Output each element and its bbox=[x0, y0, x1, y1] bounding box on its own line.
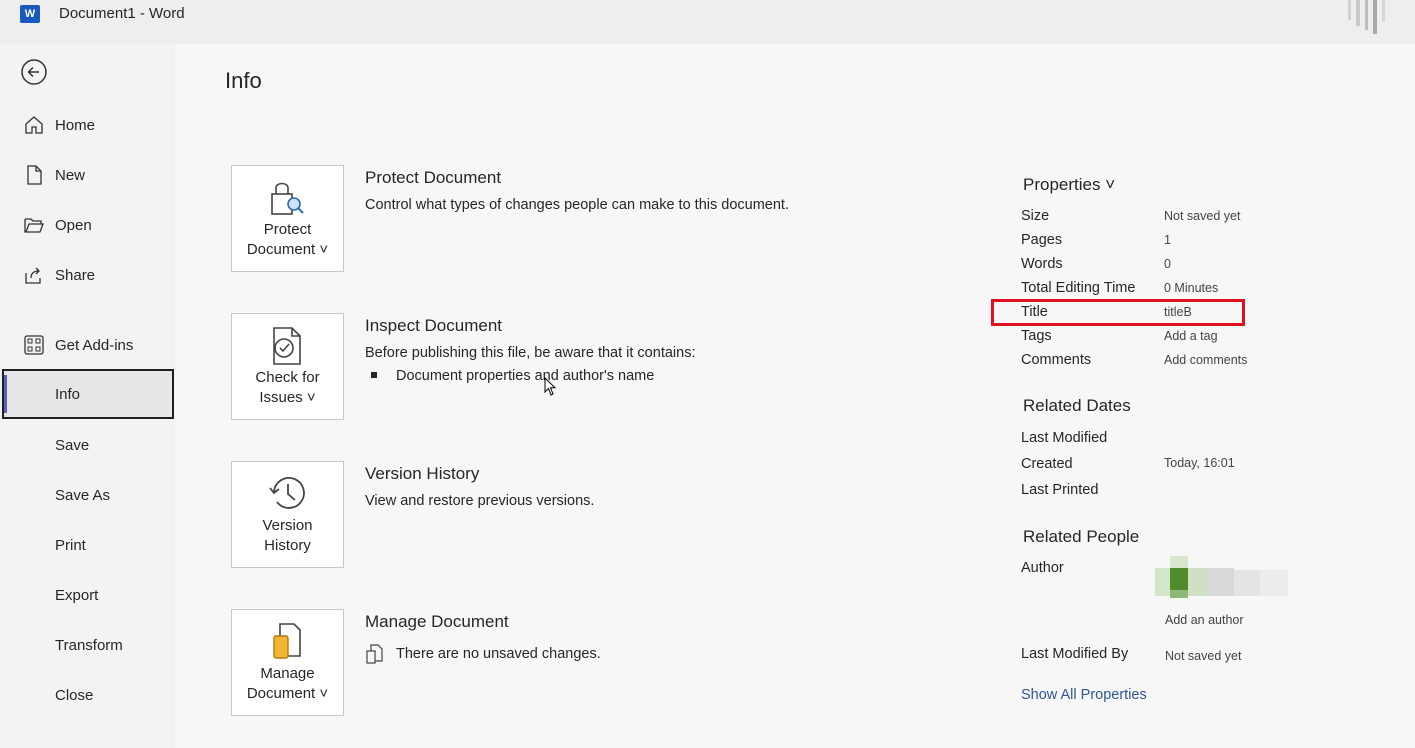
bullet-icon bbox=[371, 372, 377, 378]
prop-comments-value[interactable]: Add comments bbox=[1164, 353, 1247, 367]
sidebar-item-open[interactable]: Open bbox=[0, 200, 175, 250]
sidebar-item-save[interactable]: Save bbox=[0, 420, 175, 470]
related-people-header: Related People bbox=[1023, 527, 1140, 546]
share-icon bbox=[25, 267, 41, 284]
manage-document-button[interactable]: Manage Document ˅ bbox=[231, 609, 344, 716]
title-bar: W Document1 - Word bbox=[0, 0, 1415, 44]
window-controls-icon bbox=[1348, 0, 1385, 34]
sidebar-item-new[interactable]: New bbox=[0, 150, 175, 200]
inspect-document-title: Inspect Document bbox=[365, 316, 503, 335]
sidebar-item-close[interactable]: Close bbox=[0, 670, 175, 720]
sidebar-item-export[interactable]: Export bbox=[0, 570, 175, 620]
prop-tags-label: Tags bbox=[1021, 328, 1052, 344]
history-clock-icon bbox=[269, 477, 305, 509]
sidebar-item-transform[interactable]: Transform bbox=[0, 620, 175, 670]
window-title: Document1 - Word bbox=[59, 5, 185, 22]
sidebar-item-label: Print bbox=[55, 536, 86, 554]
show-all-properties-link[interactable]: Show All Properties bbox=[1021, 687, 1147, 703]
sidebar-item-label: Save bbox=[55, 436, 90, 454]
inspect-document-description: Before publishing this file, be aware th… bbox=[365, 345, 696, 361]
check-for-issues-label: Check for Issues ˅ bbox=[255, 369, 320, 406]
manage-document-icon bbox=[273, 623, 301, 659]
last-printed-label: Last Printed bbox=[1021, 482, 1099, 498]
check-for-issues-button[interactable]: Check for Issues ˅ bbox=[231, 313, 344, 420]
sidebar-item-label: Save As bbox=[55, 486, 111, 504]
sidebar-item-get-add-ins[interactable]: Get Add-ins bbox=[0, 320, 175, 370]
prop-pages-value: 1 bbox=[1164, 233, 1171, 247]
sidebar-item-label: Home bbox=[55, 116, 96, 134]
manage-document-label: Manage Document ˅ bbox=[246, 665, 329, 702]
author-label: Author bbox=[1021, 560, 1064, 576]
protect-document-button[interactable]: Protect Document ˅ bbox=[231, 165, 344, 272]
properties-header[interactable]: Properties ˅ bbox=[1023, 175, 1115, 195]
sidebar-item-print[interactable]: Print bbox=[0, 520, 175, 570]
manage-document-description: There are no unsaved changes. bbox=[396, 646, 601, 662]
prop-words-label: Words bbox=[1021, 256, 1063, 272]
version-history-title: Version History bbox=[365, 464, 480, 483]
prop-editing-time-value: 0 Minutes bbox=[1164, 281, 1219, 295]
sidebar-item-label: Open bbox=[55, 216, 92, 234]
last-modified-label: Last Modified bbox=[1021, 430, 1108, 446]
author-avatar bbox=[1155, 556, 1288, 598]
prop-comments-label: Comments bbox=[1021, 352, 1092, 368]
prop-size-value: Not saved yet bbox=[1164, 209, 1241, 223]
protect-document-label: Protect Document ˅ bbox=[246, 221, 329, 258]
version-history-description: View and restore previous versions. bbox=[365, 493, 595, 509]
info-pane: Info Protect Document ˅ Protect Document… bbox=[175, 44, 1415, 748]
document-check-icon bbox=[273, 327, 301, 365]
folder-open-icon bbox=[24, 218, 44, 233]
new-document-icon bbox=[27, 165, 42, 185]
document-status-icon bbox=[366, 644, 383, 664]
sidebar-item-home[interactable]: Home bbox=[0, 100, 175, 150]
last-modified-by-value: Not saved yet bbox=[1165, 649, 1242, 663]
sidebar-item-label: Info bbox=[55, 385, 81, 403]
backstage-sidebar: Home New Open Share Get Add-ins Info Sav… bbox=[0, 44, 175, 748]
inspect-document-bullet: Document properties and author's name bbox=[396, 368, 655, 384]
sidebar-item-label: Close bbox=[55, 686, 94, 704]
sidebar-item-label: Get Add-ins bbox=[55, 336, 134, 354]
last-modified-by-label: Last Modified By bbox=[1021, 646, 1129, 662]
add-author-link[interactable]: Add an author bbox=[1165, 613, 1244, 627]
manage-document-title: Manage Document bbox=[365, 612, 509, 631]
version-history-button[interactable]: Version History bbox=[231, 461, 344, 568]
sidebar-item-label: Share bbox=[55, 266, 96, 284]
prop-tags-value[interactable]: Add a tag bbox=[1164, 329, 1218, 343]
lock-icon bbox=[271, 182, 304, 215]
title-highlight-box bbox=[991, 299, 1245, 326]
sidebar-item-save-as[interactable]: Save As bbox=[0, 470, 175, 520]
prop-pages-label: Pages bbox=[1021, 232, 1063, 248]
related-dates-header: Related Dates bbox=[1023, 396, 1131, 415]
mouse-cursor-icon bbox=[544, 377, 557, 396]
sidebar-item-label: New bbox=[55, 166, 86, 184]
sidebar-item-share[interactable]: Share bbox=[0, 250, 175, 300]
prop-editing-time-label: Total Editing Time bbox=[1021, 280, 1136, 296]
add-ins-icon bbox=[24, 335, 44, 355]
sidebar-item-label: Transform bbox=[55, 636, 123, 654]
created-value: Today, 16:01 bbox=[1164, 456, 1235, 470]
protect-document-title: Protect Document bbox=[365, 168, 502, 187]
sidebar-item-info[interactable]: Info bbox=[2, 369, 174, 419]
sidebar-item-label: Export bbox=[55, 586, 99, 604]
prop-words-value: 0 bbox=[1164, 257, 1171, 271]
page-title: Info bbox=[225, 68, 262, 93]
protect-document-description: Control what types of changes people can… bbox=[365, 197, 789, 213]
word-logo-icon: W bbox=[20, 5, 40, 23]
home-icon bbox=[25, 116, 43, 134]
back-arrow-icon[interactable] bbox=[20, 58, 48, 86]
prop-size-label: Size bbox=[1021, 208, 1050, 224]
version-history-label: Version History bbox=[262, 517, 313, 554]
created-label: Created bbox=[1021, 456, 1073, 472]
